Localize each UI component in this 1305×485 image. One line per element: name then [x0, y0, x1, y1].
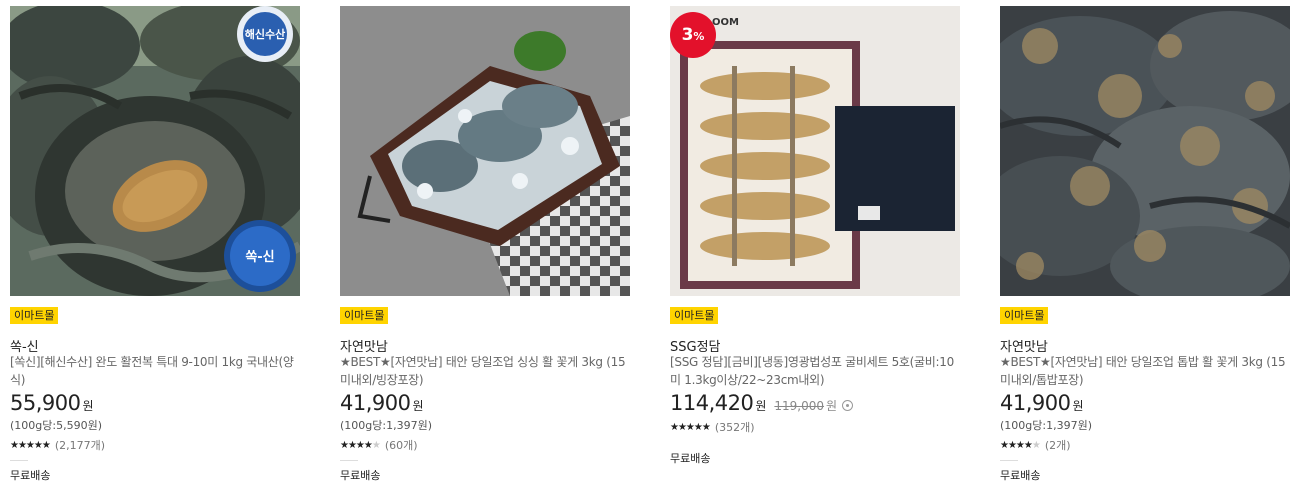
product-card[interactable]: 이마트몰 자연맛남 ★BEST★[자연맛남] 태안 당일조업 싱싱 활 꽃게 3…	[340, 6, 630, 485]
price-row: 41,900 원	[340, 391, 424, 415]
unit-price: (100g당:1,397원)	[1000, 419, 1092, 432]
star-rating-icon: ★★★★★	[340, 439, 381, 451]
product-image[interactable]: 해신수산 쏙-신	[10, 6, 300, 296]
rating: ★★★★★ (60개)	[340, 437, 418, 453]
divider	[340, 460, 358, 461]
mall-tag: 이마트몰	[1000, 307, 1049, 324]
product-image[interactable]	[340, 6, 630, 296]
info-icon[interactable]	[842, 400, 854, 411]
sale-price: 55,900	[10, 391, 81, 415]
brand-sticker: 쏙-신	[245, 250, 275, 265]
review-count[interactable]: (352개)	[715, 419, 755, 435]
product-card[interactable]: 해신수산 쏙-신 이마트몰 쏙-신 [쏙신][해신수산] 완도 활전복 특대 9…	[10, 6, 300, 485]
shipping-label: 무료배송	[10, 469, 51, 482]
product-image[interactable]: 3% OOM	[670, 6, 960, 296]
brand-logo: 해신수산	[244, 28, 286, 41]
product-title[interactable]: ★BEST★[자연맛남] 태안 당일조업 싱싱 활 꽃게 3kg (15미내외/…	[340, 353, 626, 389]
divider	[10, 460, 28, 461]
price-row: 114,420 원 119,000 원	[670, 391, 854, 415]
sale-price: 41,900	[1000, 391, 1071, 415]
shipping-label: 무료배송	[670, 452, 711, 465]
mall-tag: 이마트몰	[10, 307, 59, 324]
star-rating-icon: ★★★★★	[1000, 439, 1041, 451]
currency-label: 원	[412, 399, 424, 413]
original-price: 119,000	[774, 399, 825, 413]
gulbi-giftset-photo	[670, 6, 960, 296]
divider	[1000, 460, 1018, 461]
star-rating-icon: ★★★★★	[670, 421, 711, 433]
product-title[interactable]: [쏙신][해신수산] 완도 활전복 특대 9-10미 1kg 국내산(양식)	[10, 353, 296, 389]
review-count[interactable]: (60개)	[385, 437, 418, 453]
rating: ★★★★★ (352개)	[670, 419, 755, 435]
product-title[interactable]: ★BEST★[자연맛남] 태안 당일조업 톱밥 활 꽃게 3kg (15미내외/…	[1000, 353, 1286, 389]
currency-label: 원	[1072, 399, 1084, 413]
mall-tag: 이마트몰	[340, 307, 389, 324]
unit-price: (100g당:1,397원)	[340, 419, 432, 432]
price-row: 41,900 원	[1000, 391, 1084, 415]
star-rating-icon: ★★★★★	[10, 439, 51, 451]
rating: ★★★★★ (2,177개)	[10, 437, 105, 453]
shipping-label: 무료배송	[340, 469, 381, 482]
currency-label: 원	[82, 399, 94, 413]
review-count[interactable]: (2개)	[1045, 437, 1071, 453]
discount-badge: 3%	[670, 12, 716, 58]
price-row: 55,900 원	[10, 391, 94, 415]
product-image[interactable]	[1000, 6, 1290, 296]
review-count[interactable]: (2,177개)	[55, 437, 105, 453]
product-title[interactable]: [SSG 정담][금비][냉동]영광법성포 굴비세트 5호(굴비:10미 1.3…	[670, 353, 956, 389]
original-currency-label: 원	[826, 399, 838, 413]
image-corner-text: OOM	[712, 17, 739, 28]
mall-tag: 이마트몰	[670, 307, 719, 324]
product-card[interactable]: 이마트몰 자연맛남 ★BEST★[자연맛남] 태안 당일조업 톱밥 활 꽃게 3…	[1000, 6, 1290, 485]
rating: ★★★★★ (2개)	[1000, 437, 1071, 453]
shipping-label: 무료배송	[1000, 469, 1041, 482]
unit-price: (100g당:5,590원)	[10, 419, 102, 432]
sale-price: 114,420	[670, 391, 754, 415]
currency-label: 원	[755, 399, 767, 413]
crab-sawdust-photo	[1000, 6, 1290, 296]
crab-tray-photo	[340, 6, 630, 296]
product-card[interactable]: 3% OOM 이마트몰 SSG정담 [SSG 정담][금비][냉동]영광법성포 …	[670, 6, 960, 485]
sale-price: 41,900	[340, 391, 411, 415]
